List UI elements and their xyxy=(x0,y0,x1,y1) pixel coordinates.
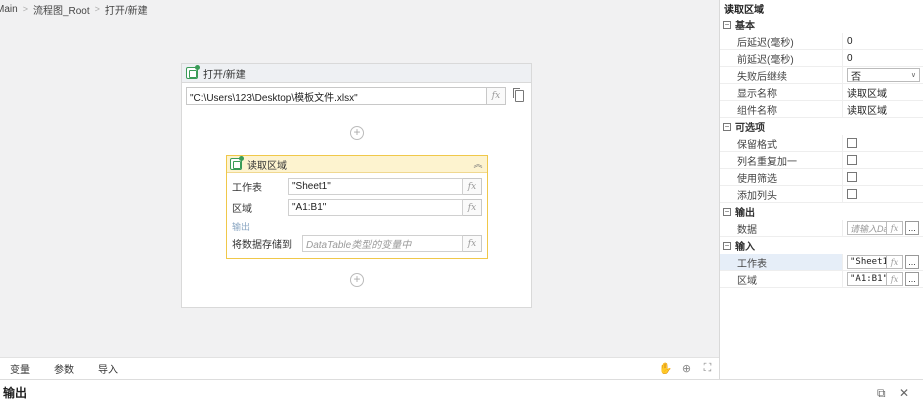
fx-button[interactable]: fx xyxy=(887,255,903,269)
file-path-row: "C:\Users\123\Desktop\模板文件.xlsx" fx xyxy=(186,87,529,105)
continue-on-fail-select[interactable]: 否 ∨ xyxy=(847,68,920,83)
browse-file-icon[interactable] xyxy=(511,87,527,105)
bottom-tab-bar: 变量 参数 导入 ✋ ⊕ ⛶ xyxy=(0,357,719,379)
fit-screen-icon[interactable]: ⛶ xyxy=(700,361,715,376)
designer-canvas[interactable]: Main > 流程图_Root > 打开/新建 打开/新建 "C:\Users\… xyxy=(0,0,719,357)
breadcrumb-root[interactable]: 流程图_Root xyxy=(33,2,90,17)
excel-activity-icon xyxy=(186,65,200,79)
prop-before-delay: 前延迟(毫秒) 0 xyxy=(720,50,923,67)
popout-icon[interactable]: ⧉ xyxy=(877,386,886,401)
fx-button[interactable]: fx xyxy=(487,87,506,105)
store-label: 将数据存储到 xyxy=(232,240,292,251)
chevron-right-icon: > xyxy=(94,4,100,14)
prop-dup-col-names: 列名重复加一 xyxy=(720,152,923,169)
prop-range: 区域 "A1:B1" fx ... xyxy=(720,271,923,288)
dup-col-checkbox[interactable] xyxy=(847,155,857,165)
collapse-icon[interactable]: ︽ xyxy=(473,158,483,170)
range-label: 区域 xyxy=(232,204,252,215)
more-button[interactable]: ... xyxy=(905,221,919,235)
sheet-input[interactable]: "Sheet1" xyxy=(288,178,463,195)
tab-imports[interactable]: 导入 xyxy=(98,361,118,376)
more-button[interactable]: ... xyxy=(905,255,919,269)
more-button[interactable]: ... xyxy=(905,272,919,286)
canvas-tools: ✋ ⊕ ⛶ xyxy=(658,361,715,376)
chevron-down-icon: ∨ xyxy=(910,72,916,79)
fx-button[interactable]: fx xyxy=(463,178,482,195)
properties-title: 读取区域 xyxy=(724,4,764,16)
output-panel-title: 输出 xyxy=(3,386,28,400)
section-input[interactable]: − 输入 xyxy=(720,237,923,254)
fx-button[interactable]: fx xyxy=(463,199,482,216)
sheet-label: 工作表 xyxy=(232,183,262,194)
prop-data: 数据 请输入Da fx ... xyxy=(720,220,923,237)
collapse-minus-icon[interactable]: − xyxy=(723,241,731,250)
component-name-value: 读取区域 xyxy=(847,105,887,117)
read-range-title: 读取区域 xyxy=(247,160,287,172)
tab-variables[interactable]: 变量 xyxy=(10,361,30,376)
fx-button[interactable]: fx xyxy=(887,272,903,286)
before-delay-input[interactable]: 0 xyxy=(843,50,923,66)
range-row: 区域 "A1:B1" fx xyxy=(232,199,482,216)
output-section-label: 输出 xyxy=(232,222,251,232)
breadcrumb: Main > 流程图_Root > 打开/新建 xyxy=(0,0,719,18)
prop-component-name: 组件名称 读取区域 xyxy=(720,101,923,118)
open-new-activity-header[interactable]: 打开/新建 xyxy=(182,64,531,83)
store-variable-input[interactable]: DataTable类型的变量中 xyxy=(302,235,463,252)
collapse-minus-icon[interactable]: − xyxy=(723,207,731,216)
excel-activity-icon xyxy=(230,156,244,170)
sheet-row: 工作表 "Sheet1" fx xyxy=(232,178,482,195)
prop-after-delay: 后延迟(毫秒) 0 xyxy=(720,33,923,50)
prop-use-filter: 使用筛选 xyxy=(720,169,923,186)
range-input[interactable]: "A1:B1" xyxy=(288,199,463,216)
collapse-minus-icon[interactable]: − xyxy=(723,122,731,131)
after-delay-input[interactable]: 0 xyxy=(843,33,923,49)
prop-add-header: 添加列头 xyxy=(720,186,923,203)
prop-keep-format: 保留格式 xyxy=(720,135,923,152)
prop-display-name: 显示名称 读取区域 xyxy=(720,84,923,101)
open-new-activity-title: 打开/新建 xyxy=(203,69,246,81)
section-output[interactable]: − 输出 xyxy=(720,203,923,220)
zoom-icon[interactable]: ⊕ xyxy=(679,361,694,376)
file-path-input[interactable]: "C:\Users\123\Desktop\模板文件.xlsx" xyxy=(186,87,487,105)
collapse-minus-icon[interactable]: − xyxy=(723,20,731,29)
store-row: 将数据存储到 DataTable类型的变量中 fx xyxy=(232,235,482,252)
range-prop-input[interactable]: "A1:B1" xyxy=(847,272,887,286)
fx-button[interactable]: fx xyxy=(887,221,903,235)
breadcrumb-current[interactable]: 打开/新建 xyxy=(105,2,148,17)
add-activity-icon[interactable]: + xyxy=(350,126,364,140)
data-output-input[interactable]: 请输入Da xyxy=(847,221,887,235)
hand-pan-icon[interactable]: ✋ xyxy=(658,361,673,376)
close-icon[interactable]: ✕ xyxy=(899,386,909,400)
add-activity-icon[interactable]: + xyxy=(350,273,364,287)
properties-panel: 读取区域 − 基本 后延迟(毫秒) 0 前延迟(毫秒) 0 失败后继续 否 ∨ 显… xyxy=(719,0,923,379)
read-range-header[interactable]: 读取区域 ︽ xyxy=(227,156,487,173)
fx-button[interactable]: fx xyxy=(463,235,482,252)
section-optional[interactable]: − 可选项 xyxy=(720,118,923,135)
prop-sheet: 工作表 "Sheet1" fx ... xyxy=(720,254,923,271)
display-name-input[interactable]: 读取区域 xyxy=(843,84,923,100)
use-filter-checkbox[interactable] xyxy=(847,172,857,182)
prop-continue-on-fail: 失败后继续 否 ∨ xyxy=(720,67,923,84)
keep-format-checkbox[interactable] xyxy=(847,138,857,148)
output-panel-header: 输出 ⧉ ✕ xyxy=(0,379,923,405)
tab-arguments[interactable]: 参数 xyxy=(54,361,74,376)
read-range-activity[interactable]: 读取区域 ︽ 工作表 "Sheet1" fx 区域 "A1:B1" fx 输出 … xyxy=(226,155,488,259)
sheet-prop-input[interactable]: "Sheet1" xyxy=(847,255,887,269)
section-basic[interactable]: − 基本 xyxy=(720,16,923,33)
breadcrumb-main[interactable]: Main xyxy=(0,4,18,15)
chevron-right-icon: > xyxy=(22,4,28,14)
add-header-checkbox[interactable] xyxy=(847,189,857,199)
